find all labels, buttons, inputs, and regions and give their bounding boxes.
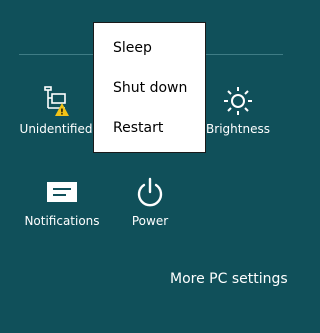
more-pc-settings-link[interactable]: More PC settings: [170, 271, 288, 287]
brightness-tile[interactable]: Brightness: [193, 84, 283, 136]
network-warning-icon: !: [11, 84, 101, 118]
power-label: Power: [131, 214, 169, 228]
shut-down-menu-item[interactable]: Shut down: [94, 77, 205, 117]
notification-icon: [17, 176, 107, 210]
power-tile[interactable]: Power: [105, 176, 195, 228]
network-tile[interactable]: ! Unidentified: [11, 84, 101, 136]
power-menu: Sleep Shut down Restart: [93, 22, 206, 153]
sun-icon: [193, 84, 283, 118]
notifications-tile[interactable]: Notifications: [17, 176, 107, 228]
brightness-label: Brightness: [206, 122, 270, 136]
sleep-menu-item[interactable]: Sleep: [94, 37, 205, 77]
svg-text:!: !: [60, 108, 64, 117]
power-icon: [105, 176, 195, 210]
notifications-label: Notifications: [24, 214, 100, 228]
restart-menu-item[interactable]: Restart: [94, 117, 205, 157]
network-label: Unidentified: [19, 122, 93, 136]
